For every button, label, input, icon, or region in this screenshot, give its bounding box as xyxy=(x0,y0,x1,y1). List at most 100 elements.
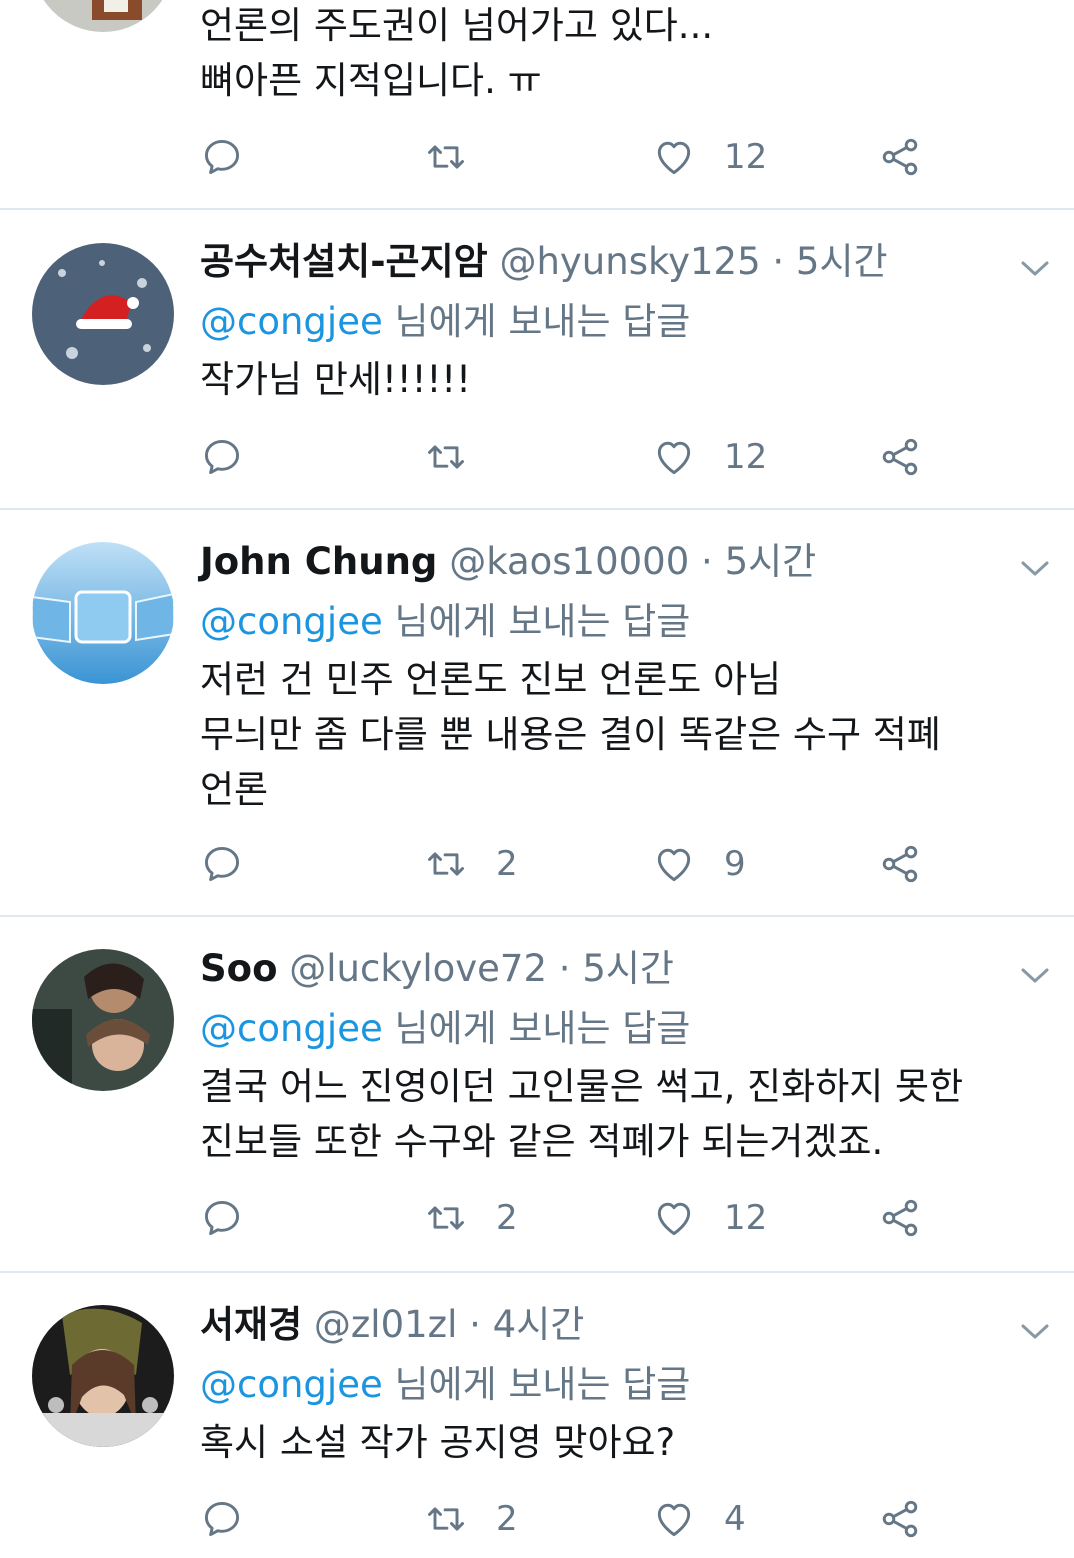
retweet-count: 2 xyxy=(496,1198,518,1238)
tweet-header: 서재경 @zl01zl · 4시간 xyxy=(200,1299,584,1351)
mention-link[interactable]: @congjee xyxy=(200,600,383,643)
tweet-text-line: 작가님 만세!!!!!! xyxy=(200,358,471,401)
chevron-down-icon[interactable] xyxy=(1018,556,1052,580)
retweet-button[interactable]: 2 xyxy=(424,839,518,889)
chevron-down-icon[interactable] xyxy=(1018,963,1052,987)
reply-context: @congjee 님에게 보내는 답글 xyxy=(200,296,690,348)
user-handle[interactable]: @luckylove72 xyxy=(289,947,547,990)
user-handle[interactable]: @kaos10000 xyxy=(449,540,689,583)
reply-context-label: 님에게 보내는 답글 xyxy=(382,1363,691,1406)
like-button[interactable]: 9 xyxy=(652,839,746,889)
display-name[interactable]: Soo xyxy=(200,947,278,990)
tweet-text: 언론의 주도권이 넘어가고 있다... 뼈아픈 지적입니다. ㅠ xyxy=(200,0,713,108)
separator: · xyxy=(689,540,725,583)
reply-button[interactable] xyxy=(200,1494,272,1544)
like-count: 4 xyxy=(724,1499,746,1539)
retweet-icon xyxy=(424,1196,468,1240)
like-count: 12 xyxy=(724,137,768,177)
avatar[interactable] xyxy=(32,542,174,684)
tweet[interactable]: 서재경 @zl01zl · 4시간 @congjee 님에게 보내는 답글 혹시… xyxy=(0,1273,1074,1558)
reply-button[interactable] xyxy=(200,132,272,182)
retweet-count: 2 xyxy=(496,844,518,884)
display-name[interactable]: 공수처설치-곤지암 xyxy=(200,240,488,283)
retweet-icon xyxy=(424,842,468,886)
reply-button[interactable] xyxy=(200,1193,272,1243)
share-button[interactable] xyxy=(878,839,922,889)
tweet-actions: 12 xyxy=(0,132,1074,182)
chevron-down-icon[interactable] xyxy=(1018,256,1052,280)
avatar[interactable] xyxy=(32,949,174,1091)
tweet[interactable]: Soo @luckylove72 · 5시간 @congjee 님에게 보내는 … xyxy=(0,917,1074,1273)
like-count: 12 xyxy=(724,1198,768,1238)
like-count: 12 xyxy=(724,437,768,477)
reply-icon xyxy=(200,435,244,479)
display-name[interactable]: John Chung xyxy=(200,540,437,583)
share-icon xyxy=(878,1196,922,1240)
reply-context: @congjee 님에게 보내는 답글 xyxy=(200,596,690,648)
like-button[interactable]: 4 xyxy=(652,1494,746,1544)
tweet-text-line: 언론 xyxy=(200,768,269,811)
timestamp[interactable]: 5시간 xyxy=(796,240,888,283)
separator: · xyxy=(760,240,796,283)
retweet-button[interactable]: 2 xyxy=(424,1193,518,1243)
chevron-down-icon[interactable] xyxy=(1018,1319,1052,1343)
tweet-text: 혹시 소설 작가 공지영 맞아요? xyxy=(200,1415,675,1470)
retweet-icon xyxy=(424,1497,468,1541)
retweet-button[interactable] xyxy=(424,132,496,182)
share-icon xyxy=(878,135,922,179)
like-button[interactable]: 12 xyxy=(652,1193,767,1243)
reply-context-label: 님에게 보내는 답글 xyxy=(382,300,691,343)
mention-link[interactable]: @congjee xyxy=(200,1363,383,1406)
heart-icon xyxy=(652,135,696,179)
tweet-header: John Chung @kaos10000 · 5시간 xyxy=(200,536,816,588)
share-button[interactable] xyxy=(878,1193,922,1243)
tweet[interactable]: John Chung @kaos10000 · 5시간 @congjee 님에게… xyxy=(0,510,1074,917)
heart-icon xyxy=(652,1497,696,1541)
tweet-text: 작가님 만세!!!!!! xyxy=(200,352,471,407)
tweet[interactable]: 공수처설치-곤지암 @hyunsky125 · 5시간 @congjee 님에게… xyxy=(0,210,1074,510)
user-handle[interactable]: @hyunsky125 xyxy=(499,240,760,283)
share-button[interactable] xyxy=(878,432,922,482)
user-handle[interactable]: @zl01zl xyxy=(314,1303,457,1346)
tweet-text-line: 진보들 또한 수구와 같은 적폐가 되는거겠죠. xyxy=(200,1120,884,1163)
retweet-button[interactable]: 2 xyxy=(424,1494,518,1544)
reply-context: @congjee 님에게 보내는 답글 xyxy=(200,1359,690,1411)
heart-icon xyxy=(652,842,696,886)
reply-button[interactable] xyxy=(200,839,272,889)
mention-link[interactable]: @congjee xyxy=(200,300,383,343)
separator: · xyxy=(547,947,583,990)
tweet-header: Soo @luckylove72 · 5시간 xyxy=(200,943,674,995)
reply-icon xyxy=(200,842,244,886)
avatar[interactable] xyxy=(32,1305,174,1447)
tweet-actions: 12 xyxy=(0,432,1074,482)
tweet-text-line: 결국 어느 진영이던 고인물은 썩고, 진화하지 못한 xyxy=(200,1065,964,1108)
reply-button[interactable] xyxy=(200,432,272,482)
tweet-text-line: 혹시 소설 작가 공지영 맞아요? xyxy=(200,1421,676,1464)
display-name[interactable]: 서재경 xyxy=(200,1303,302,1346)
avatar[interactable] xyxy=(32,0,174,32)
separator: · xyxy=(457,1303,493,1346)
tweet-text-line: 언론의 주도권이 넘어가고 있다... xyxy=(200,4,714,47)
like-button[interactable]: 12 xyxy=(652,132,767,182)
share-icon xyxy=(878,1497,922,1541)
timestamp[interactable]: 5시간 xyxy=(725,540,817,583)
reply-context-label: 님에게 보내는 답글 xyxy=(382,600,691,643)
avatar[interactable] xyxy=(32,243,174,385)
tweet[interactable]: 언론의 주도권이 넘어가고 있다... 뼈아픈 지적입니다. ㅠ 12 xyxy=(0,0,1074,210)
timestamp[interactable]: 5시간 xyxy=(582,947,674,990)
tweet-actions: 2 4 xyxy=(0,1494,1074,1544)
share-icon xyxy=(878,842,922,886)
like-button[interactable]: 12 xyxy=(652,432,767,482)
tweet-text: 저런 건 민주 언론도 진보 언론도 아님 무늬만 좀 다를 뿐 내용은 결이 … xyxy=(200,652,941,817)
like-count: 9 xyxy=(724,844,746,884)
tweet-text: 결국 어느 진영이던 고인물은 썩고, 진화하지 못한 진보들 또한 수구와 같… xyxy=(200,1059,963,1169)
timestamp[interactable]: 4시간 xyxy=(493,1303,585,1346)
mention-link[interactable]: @congjee xyxy=(200,1007,383,1050)
heart-icon xyxy=(652,435,696,479)
tweet-text-line: 뼈아픈 지적입니다. ㅠ xyxy=(200,59,542,102)
reply-icon xyxy=(200,1497,244,1541)
retweet-button[interactable] xyxy=(424,432,496,482)
share-button[interactable] xyxy=(878,132,922,182)
share-button[interactable] xyxy=(878,1494,922,1544)
heart-icon xyxy=(652,1196,696,1240)
